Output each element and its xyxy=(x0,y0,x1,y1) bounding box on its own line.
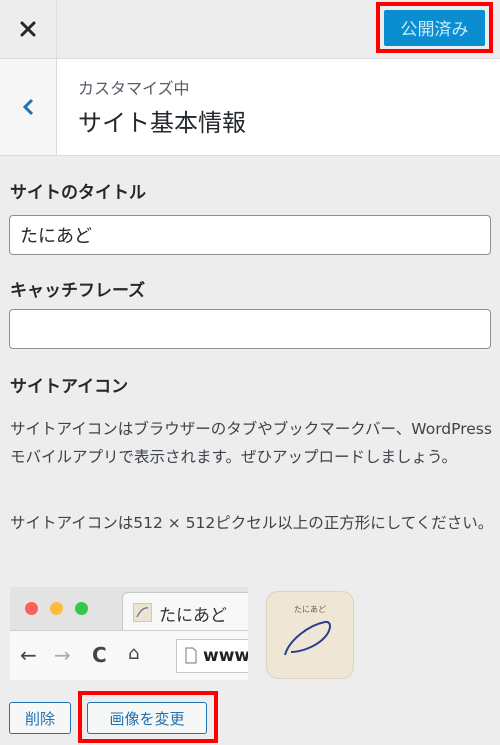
site-icon-description: サイトアイコンはブラウザーのタブやブックマークバー、WordPress モバイル… xyxy=(10,420,492,466)
site-icon-image: たにあど xyxy=(266,591,354,679)
window-maximize-dot xyxy=(75,602,88,615)
window-close-dot xyxy=(25,602,38,615)
close-button[interactable] xyxy=(0,0,57,58)
remove-icon-button[interactable]: 削除 xyxy=(9,702,71,734)
chevron-left-icon xyxy=(22,98,34,116)
home-icon: ⌂ xyxy=(128,643,140,664)
site-icon-size-note: サイトアイコンは512 × 512ピクセル以上の正方形にしてください。 xyxy=(10,514,494,532)
section-header: カスタマイズ中 サイト基本情報 xyxy=(0,59,500,156)
forward-arrow-icon: → xyxy=(54,643,71,667)
customizing-label: カスタマイズ中 xyxy=(78,79,190,98)
publish-button[interactable]: 公開済み xyxy=(384,9,485,46)
publish-highlight: 公開済み xyxy=(376,2,493,53)
site-title-label: サイトのタイトル xyxy=(10,183,146,203)
change-image-highlight xyxy=(78,691,218,743)
close-icon xyxy=(20,21,36,37)
tagline-label: キャッチフレーズ xyxy=(10,281,146,301)
tagline-input[interactable] xyxy=(9,309,491,349)
browser-navbar: ← → C ⌂ www. xyxy=(10,630,248,680)
browser-preview: たにあど ← → C ⌂ www. xyxy=(10,587,248,680)
customizer-topbar: 公開済み xyxy=(0,0,500,59)
site-icon-logo xyxy=(284,620,331,656)
back-button[interactable] xyxy=(0,59,57,155)
favicon-icon xyxy=(133,603,152,622)
browser-tab-label: たにあど xyxy=(159,606,227,626)
browser-url-bar: www. xyxy=(176,639,248,673)
reload-icon: C xyxy=(92,643,107,667)
window-minimize-dot xyxy=(50,602,63,615)
browser-tab: たにあど xyxy=(122,592,248,631)
site-title-input[interactable]: たにあど xyxy=(9,215,491,255)
section-title: サイト基本情報 xyxy=(78,109,246,137)
back-arrow-icon: ← xyxy=(20,643,37,667)
browser-url-text: www. xyxy=(203,646,248,666)
site-icon-heading: サイトアイコン xyxy=(10,377,129,397)
page-icon xyxy=(185,647,197,664)
